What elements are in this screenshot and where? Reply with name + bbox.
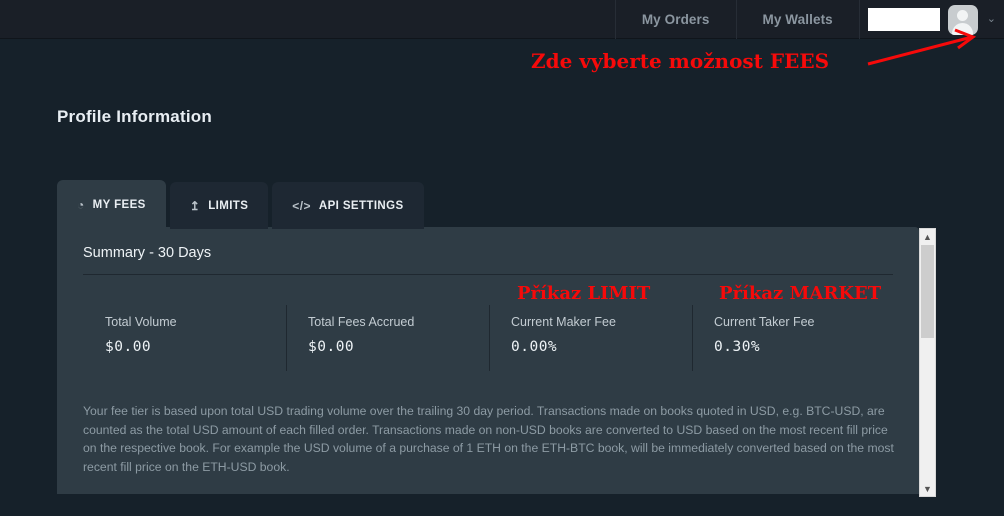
- stat-current-taker-fee: Current Taker Fee 0.30%: [692, 305, 895, 381]
- scroll-down-arrow-icon[interactable]: ▼: [920, 481, 935, 496]
- my-fees-panel: Summary - 30 Days Total Volume $0.00 Tot…: [57, 227, 919, 494]
- profile-tab-bar: ◔ MY FEES ↥ LIMITS </> API SETTINGS: [57, 180, 424, 229]
- tab-label: API SETTINGS: [318, 199, 404, 212]
- tab-label: LIMITS: [208, 199, 249, 212]
- page-title: Profile Information: [57, 107, 212, 126]
- tab-label: MY FEES: [92, 198, 146, 211]
- top-navigation-bar: My Orders My Wallets ⌄: [0, 0, 1004, 39]
- nav-item-my-wallets[interactable]: My Wallets: [735, 0, 859, 39]
- pie-chart-icon: ◔: [77, 197, 85, 212]
- fee-tier-explanation: Your fee tier is based upon total USD tr…: [83, 404, 894, 474]
- summary-divider: [83, 274, 893, 275]
- nav-item-my-orders[interactable]: My Orders: [614, 0, 736, 39]
- annotation-select-fees: Zde vyberte možnost FEES: [531, 49, 830, 73]
- stat-total-volume: Total Volume $0.00: [83, 315, 286, 381]
- stat-label: Current Taker Fee: [714, 315, 815, 329]
- stat-value: 0.30%: [714, 339, 761, 355]
- upload-icon: ↥: [189, 198, 201, 213]
- vertical-scrollbar[interactable]: ▲ ▼: [919, 228, 936, 497]
- annotation-arrow-icon: [867, 28, 977, 66]
- tab-api-settings[interactable]: </> API SETTINGS: [272, 182, 424, 229]
- app-root: My Orders My Wallets ⌄ Profile Informati…: [0, 0, 1004, 516]
- stat-current-maker-fee: Current Maker Fee 0.00%: [489, 305, 692, 381]
- stat-value: 0.00%: [511, 339, 558, 355]
- annotation-market-order: Příkaz MARKET: [719, 283, 882, 304]
- tab-limits[interactable]: ↥ LIMITS: [169, 182, 269, 229]
- stat-label: Total Volume: [105, 315, 177, 329]
- annotation-limit-order: Příkaz LIMIT: [517, 283, 651, 304]
- stat-value: $0.00: [308, 339, 355, 355]
- nav-item-label: My Wallets: [762, 12, 833, 27]
- code-icon: </>: [292, 198, 311, 213]
- scrollbar-thumb[interactable]: [921, 245, 934, 338]
- chevron-down-icon[interactable]: ⌄: [987, 14, 996, 25]
- stat-total-fees-accrued: Total Fees Accrued $0.00: [286, 305, 489, 381]
- summary-heading: Summary - 30 Days: [83, 245, 212, 261]
- tab-my-fees[interactable]: ◔ MY FEES: [57, 180, 166, 229]
- stat-label: Current Maker Fee: [511, 315, 616, 329]
- fee-stats-row: Total Volume $0.00 Total Fees Accrued $0…: [83, 305, 895, 381]
- nav-item-label: My Orders: [641, 12, 710, 27]
- stat-label: Total Fees Accrued: [308, 315, 415, 329]
- stat-value: $0.00: [105, 339, 152, 355]
- scroll-up-arrow-icon[interactable]: ▲: [920, 229, 935, 244]
